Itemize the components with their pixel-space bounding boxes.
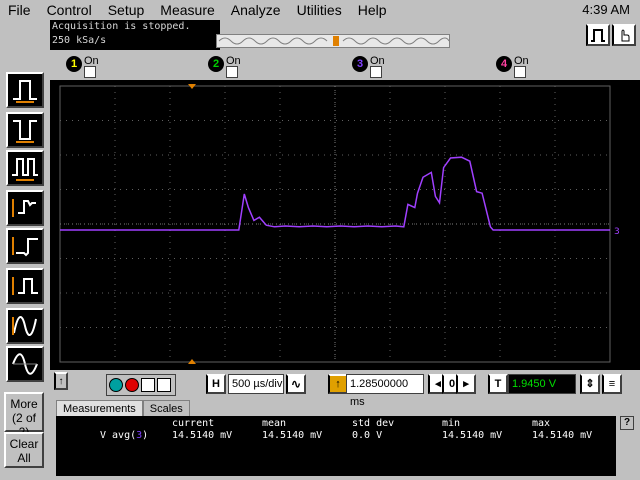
- channel-4-number[interactable]: 4: [496, 56, 512, 72]
- acquisition-status: Acquisition is stopped. 250 kSa/s: [50, 20, 220, 50]
- sine-button[interactable]: [6, 346, 44, 382]
- header-mean: mean: [262, 418, 287, 429]
- channel-1-on-label: On: [84, 55, 99, 67]
- measurement-tabs: Measurements Scales: [56, 400, 190, 417]
- header-current: current: [172, 418, 215, 429]
- clear-all-label: All: [17, 451, 31, 465]
- value-current: 14.5140 mV: [172, 430, 233, 441]
- save-icon[interactable]: [141, 378, 155, 392]
- waveform-display[interactable]: 3: [50, 80, 640, 370]
- channel-3-ground-marker: 3: [614, 227, 620, 237]
- value-max: 14.5140 mV: [532, 430, 593, 441]
- clear-label: Clear: [9, 437, 39, 451]
- sidebar: More (2 of 2) Clear All: [0, 20, 50, 480]
- menu-setup[interactable]: Setup: [100, 0, 153, 20]
- header-max: max: [532, 418, 551, 429]
- channel-3-checkbox[interactable]: [370, 66, 382, 78]
- fall-time-icon: [13, 120, 37, 143]
- menu-control[interactable]: Control: [39, 0, 100, 20]
- sample-rate: 250 kSa/s: [52, 35, 107, 46]
- rise-time-button[interactable]: [6, 72, 44, 108]
- delay-reference-button[interactable]: ↑: [328, 374, 348, 394]
- value-min: 14.5140 mV: [442, 430, 503, 441]
- fall-time-button[interactable]: [6, 112, 44, 148]
- run-controls: [106, 374, 176, 396]
- channel-4-on-label: On: [514, 55, 529, 67]
- channel-3-on-label: On: [370, 55, 385, 67]
- menu-file[interactable]: File: [0, 0, 39, 20]
- channel-row: 1 On 2 On 3 On 4 On: [50, 50, 640, 80]
- run-icon[interactable]: [109, 378, 123, 392]
- frequency-icon: [12, 316, 37, 336]
- value-std-dev: 0.0 V: [352, 430, 383, 441]
- waveform-canvas: 3: [59, 84, 620, 364]
- overshoot-icon: [12, 199, 36, 217]
- preshoot-icon: [12, 237, 38, 257]
- waveform-mode-button[interactable]: [586, 24, 610, 46]
- period-icon: [12, 158, 38, 181]
- help-button[interactable]: ?: [620, 416, 634, 430]
- channel-2: 2 On: [208, 56, 241, 78]
- trigger-button[interactable]: T: [488, 374, 508, 394]
- channel-4: 4 On: [496, 56, 529, 78]
- trigger-level-updown[interactable]: ⇕: [580, 374, 600, 394]
- pulse-width-icon: [12, 277, 38, 295]
- timebase-knob-button[interactable]: ∿: [286, 374, 306, 394]
- timebase-field[interactable]: 500 µs/div: [228, 374, 284, 394]
- window-buttons: [586, 24, 636, 46]
- measurements-panel: current mean std dev min max V avg(3) 14…: [56, 416, 616, 476]
- channel-1-checkbox[interactable]: [84, 66, 96, 78]
- clock: 4:39 AM: [582, 2, 630, 17]
- status-line-1: Acquisition is stopped.: [52, 21, 191, 32]
- trigger-settings-button[interactable]: ≡: [602, 374, 622, 394]
- horizontal-button[interactable]: H: [206, 374, 226, 394]
- channel-2-number[interactable]: 2: [208, 56, 224, 72]
- tab-measurements[interactable]: Measurements: [56, 400, 143, 417]
- more-label: More: [10, 397, 38, 411]
- channel-2-on-label: On: [226, 55, 241, 67]
- pulse-width-button[interactable]: [6, 268, 44, 304]
- menu-utilities[interactable]: Utilities: [289, 0, 350, 20]
- time-position-marker[interactable]: [333, 36, 339, 46]
- menu-help[interactable]: Help: [350, 0, 395, 20]
- measurement-label-end: ): [142, 430, 149, 441]
- delay-right-button[interactable]: ▸: [456, 374, 476, 394]
- hand-icon: [621, 29, 630, 42]
- frequency-button[interactable]: [6, 308, 44, 344]
- channel-4-checkbox[interactable]: [514, 66, 526, 78]
- control-row: ↑ H 500 µs/div ∿ ↑ 1.28500000 ms ◂ 0 ▸ T…: [50, 370, 640, 408]
- trigger-level-field[interactable]: 1.9450 V: [508, 374, 576, 394]
- square-wave-icon: [591, 29, 605, 42]
- overshoot-button[interactable]: [6, 190, 44, 226]
- channel-2-checkbox[interactable]: [226, 66, 238, 78]
- clear-all-button[interactable]: Clear All: [4, 432, 44, 468]
- preshoot-button[interactable]: [6, 228, 44, 264]
- more-button[interactable]: More (2 of 2): [4, 392, 44, 439]
- delay-field[interactable]: 1.28500000 ms: [346, 374, 424, 408]
- up-arrow-button[interactable]: ↑: [54, 372, 68, 390]
- measurement-label: V avg(3): [100, 430, 148, 441]
- touch-mode-button[interactable]: [612, 24, 636, 46]
- channel-1: 1 On: [66, 56, 99, 78]
- header-min: min: [442, 418, 461, 429]
- rise-time-icon: [13, 80, 37, 103]
- stop-icon[interactable]: [125, 378, 139, 392]
- channel-1-number[interactable]: 1: [66, 56, 82, 72]
- channel-3-number[interactable]: 3: [352, 56, 368, 72]
- period-button[interactable]: [6, 150, 44, 186]
- channel-3: 3 On: [352, 56, 385, 78]
- menu-bar: File Control Setup Measure Analyze Utili…: [0, 0, 640, 20]
- channel-3-trace: [60, 156, 610, 231]
- time-position-bar[interactable]: [216, 34, 450, 48]
- sine-wave-icon: [12, 353, 38, 375]
- menu-measure[interactable]: Measure: [152, 0, 222, 20]
- value-mean: 14.5140 mV: [262, 430, 323, 441]
- tab-scales[interactable]: Scales: [142, 400, 190, 417]
- header-std-dev: std dev: [352, 418, 395, 429]
- menu-analyze[interactable]: Analyze: [223, 0, 289, 20]
- print-icon[interactable]: [157, 378, 171, 392]
- measurement-label-start: V avg(: [100, 430, 137, 441]
